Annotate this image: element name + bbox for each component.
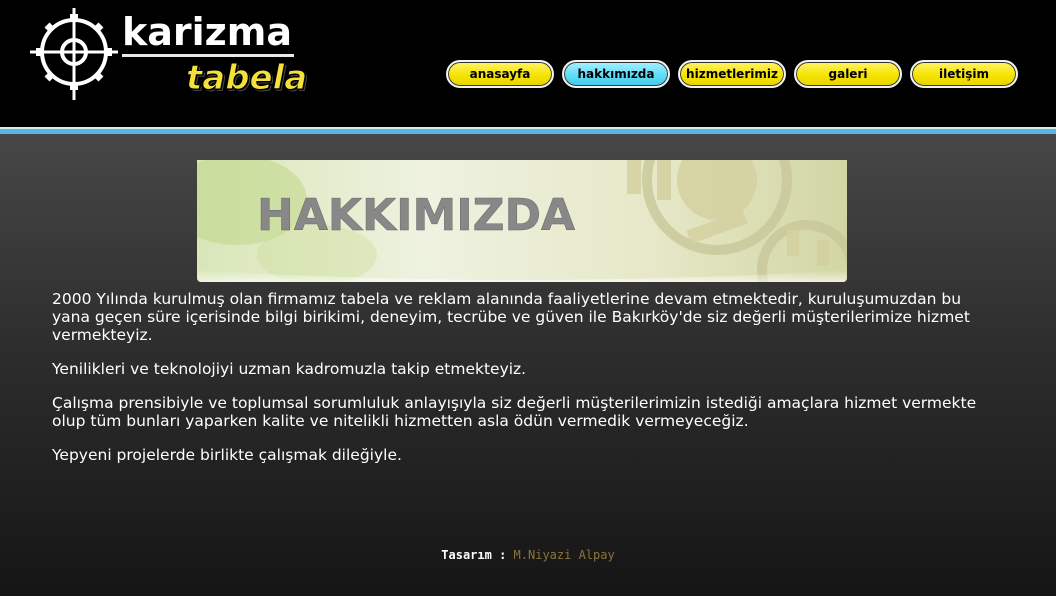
about-paragraph-2: Yenilikleri ve teknolojiyi uzman kadromu… [52,360,527,378]
about-paragraph-1: 2000 Yılında kurulmuş olan firmamız tabe… [52,290,970,344]
about-paragraph-4: Yepyeni projelerde birlikte çalışmak dil… [52,446,402,464]
about-text: 2000 Yılında kurulmuş olan firmamız tabe… [52,290,982,480]
banner-title: HAKKIMIZDA [257,190,575,241]
nav-hakkimizda[interactable]: hakkımızda [562,60,670,88]
karizma-tabela-logo[interactable]: karizma tabela [26,6,308,106]
footer-label: Tasarım : [441,548,507,562]
nav-anasayfa[interactable]: anasayfa [446,60,554,88]
nav-label: hizmetlerimiz [686,67,778,81]
about-paragraph-3: Çalışma prensibiyle ve toplumsal sorumlu… [52,394,977,430]
main-content: HAKKIMIZDA 2000 Yılında kurulmuş olan fi… [0,134,1056,596]
site-footer: Tasarım : M.Niyazi Alpay [0,548,1056,562]
nav-label: iletişim [939,67,989,81]
footer-designer-name: M.Niyazi Alpay [513,548,615,562]
nav-galeri[interactable]: galeri [794,60,902,88]
nav-label: anasayfa [469,67,531,81]
site-header: karizma tabela anasayfa hakkımızda hizme… [0,0,1056,128]
nav-hizmetlerimiz[interactable]: hizmetlerimiz [678,60,786,88]
logo-word-tabela: tabela [185,58,308,99]
gears-banner-image: HAKKIMIZDA [197,160,847,282]
nav-label: hakkımızda [577,67,655,81]
logo-word-karizma: karizma [122,10,293,54]
logo-divider [122,54,294,57]
crosshair-gear-icon [30,8,118,100]
hakkimizda-banner: HAKKIMIZDA [197,160,847,282]
nav-label: galeri [828,67,868,81]
nav-iletisim[interactable]: iletişim [910,60,1018,88]
